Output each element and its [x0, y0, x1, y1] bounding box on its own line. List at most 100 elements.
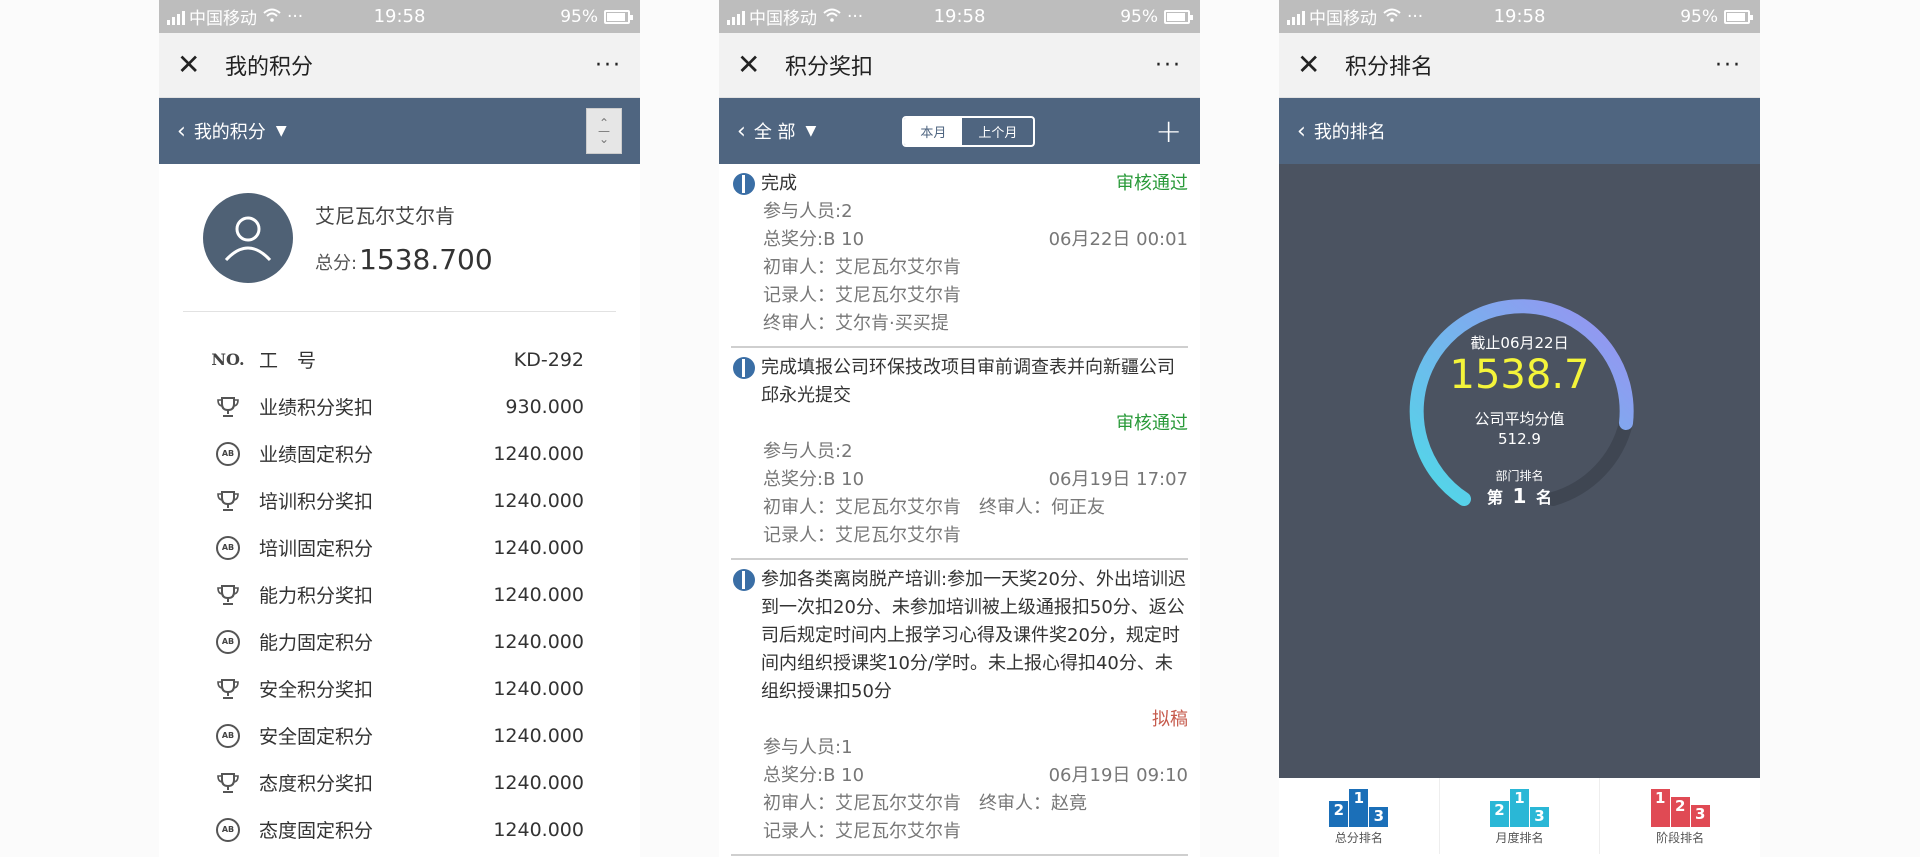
dept-rank: 第 1 名 — [1279, 484, 1760, 508]
trophy-icon — [217, 490, 239, 511]
avatar — [203, 192, 293, 283]
row-value: 1240.000 — [493, 489, 584, 512]
participants: 参与人员:2 — [763, 201, 853, 222]
back-chevron-icon[interactable]: ‹ — [177, 119, 186, 144]
tab-total-ranking[interactable]: 213 总分排名 — [1279, 778, 1440, 854]
scroll-handle[interactable]: ⌃ — ⌄ — [586, 108, 622, 154]
tab-label: 月度排名 — [1495, 831, 1544, 845]
signal-icon — [727, 9, 745, 25]
points-row[interactable]: AB 安全固定积分 1240.000 — [213, 712, 584, 759]
record-item[interactable]: 完成填报公司环保技改项目审前调查表并向新疆公司邱永光提交 审核通过 参与人员:2 总奖… — [731, 348, 1188, 560]
back-chevron-icon[interactable]: ‹ — [1297, 119, 1306, 144]
record-title: 参加各类离岗脱产培训:参加一天奖20分、外出培训迟到一次扣20分、未参加培训被上… — [761, 569, 1186, 702]
ab-badge-icon: AB — [216, 817, 240, 842]
title-bar: ✕ 积分奖扣 ··· — [719, 33, 1200, 98]
record-title: 完成 — [761, 173, 797, 194]
points-row[interactable]: AB 能力固定积分 1240.000 — [213, 618, 584, 665]
status-time: 19:58 — [373, 6, 426, 27]
close-icon[interactable]: ✕ — [1297, 51, 1327, 79]
final-reviewer: 终审人：何正友 — [979, 497, 1105, 518]
tab-stage-ranking[interactable]: 123 阶段排名 — [1600, 778, 1760, 854]
close-icon[interactable]: ✕ — [177, 51, 207, 79]
recorder: 记录人：艾尼瓦尔艾尔肯 — [763, 821, 961, 842]
as-of-date: 截止06月22日 — [1470, 334, 1569, 352]
points-row[interactable]: 安全积分奖扣 1240.000 — [213, 665, 584, 712]
close-icon[interactable]: ✕ — [737, 51, 767, 79]
nav-bar: ‹ 全 部 ▼ 本月 上个月 + — [719, 98, 1200, 164]
total-score: 1538.700 — [359, 242, 493, 276]
row-value: 1240.000 — [493, 818, 584, 841]
status-more: ··· — [847, 6, 864, 27]
carrier: 中国移动 — [749, 9, 817, 29]
trophy-icon — [217, 772, 239, 793]
carrier: 中国移动 — [189, 9, 257, 29]
points-row[interactable]: 培训积分奖扣 1240.000 — [213, 477, 584, 524]
wifi-icon — [823, 7, 841, 27]
nav-label[interactable]: 我的排名 — [1314, 118, 1386, 144]
record-date: 06月22日 00:01 — [1048, 229, 1188, 250]
battery-icon — [604, 9, 633, 24]
row-label: 培训固定积分 — [259, 538, 374, 560]
more-menu-icon[interactable]: ··· — [1155, 53, 1182, 78]
ab-badge-icon: AB — [216, 535, 240, 560]
total-award: 总奖分:B 10 — [763, 469, 865, 490]
tab-monthly-ranking[interactable]: 213 月度排名 — [1440, 778, 1601, 854]
row-label: 工 号 — [259, 350, 317, 372]
status-time: 19:58 — [1493, 6, 1546, 27]
page-title: 积分排名 — [1345, 55, 1434, 80]
points-row[interactable]: AB 培训固定积分 1240.000 — [213, 524, 584, 571]
back-chevron-icon[interactable]: ‹ — [737, 119, 746, 144]
points-award-screen: 中国移动 ··· 19:58 95% ✕ 积分奖扣 ··· ‹ 全 部 ▼ 本月… — [719, 0, 1200, 857]
profile-card: 艾尼瓦尔艾尔肯 总分:1538.700 — [183, 164, 616, 312]
row-value: 930.000 — [505, 395, 584, 418]
page-title: 我的积分 — [225, 55, 314, 80]
caret-down-icon[interactable]: ▼ — [806, 123, 817, 139]
filter-dropdown-label[interactable]: 全 部 — [754, 118, 796, 144]
first-reviewer: 初审人：艾尼瓦尔艾尔肯 — [763, 257, 961, 278]
row-value: 1240.000 — [493, 630, 584, 653]
ranking-tab-bar: 213 总分排名 213 月度排名 123 阶段排名 — [1279, 778, 1760, 854]
record-item[interactable]: 完成 审核通过 参与人员:2 总奖分:B 10 06月22日 00:01 初审人：艾尼瓦尔… — [731, 164, 1188, 348]
company-avg-label: 公司平均分值 — [1474, 410, 1565, 428]
this-month-tab[interactable]: 本月 — [904, 117, 963, 145]
points-list: NO. 工 号 KD-292 业绩积分奖扣 930.000 AB 业绩固定积分 1240.00… — [159, 312, 640, 853]
last-month-tab[interactable]: 上个月 — [962, 118, 1033, 145]
row-label: 安全固定积分 — [259, 726, 374, 748]
caret-down-icon[interactable]: ▼ — [276, 123, 287, 139]
my-points-screen: 中国移动 ··· 19:58 95% ✕ 我的积分 ··· ‹ 我的积分 ▼ ⌃… — [159, 0, 640, 857]
nav-dropdown-label[interactable]: 我的积分 — [194, 118, 266, 144]
final-reviewer: 终审人：赵竟 — [979, 793, 1087, 814]
row-value: 1240.000 — [493, 724, 584, 747]
recorder: 记录人：艾尼瓦尔艾尔肯 — [763, 525, 961, 546]
rank-prefix: 第 — [1486, 488, 1503, 507]
points-row[interactable]: NO. 工 号 KD-292 — [211, 336, 584, 383]
total-award: 总奖分:B 10 — [763, 765, 865, 786]
points-row[interactable]: AB 业绩固定积分 1240.000 — [213, 430, 584, 477]
points-ranking-screen: 中国移动 ··· 19:58 95% ✕ 积分排名 ··· ‹ 我的排名 截止0… — [1279, 0, 1760, 857]
my-score: 1538.7 — [1449, 352, 1590, 398]
more-menu-icon[interactable]: ··· — [1715, 53, 1742, 78]
more-menu-icon[interactable]: ··· — [595, 53, 622, 78]
record-item[interactable]: 参加各类离岗脱产培训:参加一天奖20分、外出培训迟到一次扣20分、未参加培训被上… — [731, 560, 1188, 856]
ab-badge-icon: AB — [216, 723, 240, 748]
battery-percent: 95% — [560, 6, 598, 27]
row-label: 态度积分奖扣 — [259, 773, 374, 795]
points-row[interactable]: 态度积分奖扣 1240.000 — [213, 759, 584, 806]
nav-bar: ‹ 我的积分 ▼ ⌃ — ⌄ — [159, 98, 640, 164]
battery-icon — [1724, 9, 1753, 24]
tab-label: 总分排名 — [1334, 831, 1383, 845]
points-row[interactable]: 能力积分奖扣 1240.000 — [213, 571, 584, 618]
ab-badge-icon: AB — [216, 441, 240, 466]
points-row[interactable]: 业绩积分奖扣 930.000 — [213, 383, 584, 430]
company-logo-icon — [733, 173, 755, 195]
row-value: KD-292 — [513, 348, 584, 371]
add-icon[interactable]: + — [1155, 112, 1182, 150]
status-bar: 中国移动 ··· 19:58 95% — [719, 0, 1200, 33]
points-row[interactable]: AB 态度固定积分 1240.000 — [213, 806, 584, 853]
rank-number: 1 — [1512, 484, 1527, 508]
participants: 参与人员:1 — [763, 737, 853, 758]
nav-bar: ‹ 我的排名 — [1279, 98, 1760, 164]
company-logo-icon — [733, 569, 755, 591]
trophy-icon — [217, 584, 239, 605]
trophy-icon — [217, 678, 239, 699]
